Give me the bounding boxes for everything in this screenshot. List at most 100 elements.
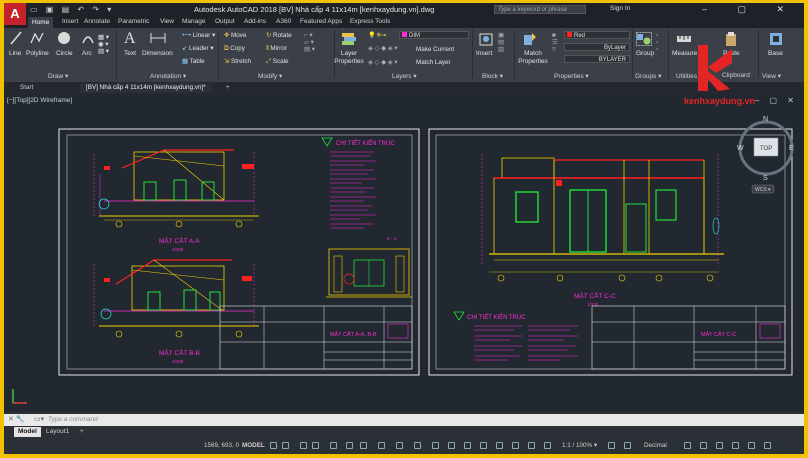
mirror-button[interactable]: ⫴ Mirror <box>266 45 287 53</box>
tab-parametric[interactable]: Parametric <box>118 18 149 25</box>
tab-add-ins[interactable]: Add-ins <box>244 18 266 25</box>
tab-express-tools[interactable]: Express Tools <box>350 18 390 25</box>
draw-panel-label[interactable]: Draw ▾ <box>48 72 68 80</box>
tab-view[interactable]: View <box>160 18 174 25</box>
block-extra-tools[interactable]: ▣ ▤ ▥ <box>498 32 504 53</box>
match-layer-button[interactable]: Match Layer <box>416 59 451 66</box>
command-line[interactable]: ✕ 🔧 ▭▾ Type a command <box>4 414 804 426</box>
tab-a360[interactable]: A360 <box>276 18 291 25</box>
circle-button[interactable]: Circle <box>56 50 73 57</box>
properties-panel-label[interactable]: Properties ▾ <box>554 72 589 80</box>
properties-side-icons[interactable]: ■ ☰ ≡ <box>552 32 558 53</box>
tab-model[interactable]: Model <box>14 427 41 437</box>
rotate-button[interactable]: ↻ Rotate <box>266 32 292 39</box>
linear-button[interactable]: ⟷ Linear ▾ <box>182 32 215 39</box>
window-controls[interactable]: – ▢ ✕ <box>702 4 798 15</box>
tab-start[interactable]: Start <box>14 83 39 93</box>
group-extra-tools[interactable]: ▫ ▫ ▫ <box>656 32 658 53</box>
viewport-scale[interactable]: 1:1 / 100% ▾ <box>562 442 597 449</box>
scale-button[interactable]: ⤢ Scale <box>266 58 289 66</box>
command-line-close-icon[interactable]: ✕ 🔧 <box>8 415 25 423</box>
layer-tools-row-2[interactable]: ◈ ◇ ◆ ◈ ▾ <box>368 59 398 66</box>
layer-state-icons[interactable]: 💡☀▫▪ <box>368 31 386 39</box>
command-history-icon[interactable]: ▭▾ <box>34 415 44 423</box>
layer-properties-button[interactable]: Layer Properties <box>332 50 366 66</box>
annotation-panel-label[interactable]: Annotation ▾ <box>150 72 186 80</box>
object-snap-icon[interactable] <box>360 442 367 449</box>
draw-extra-tools[interactable]: ▦ ▾ ◉ ▾ ▧ ▾ <box>98 34 109 55</box>
viewcube-top-label[interactable]: TOP <box>760 146 772 152</box>
customization-menu-icon[interactable] <box>764 442 771 449</box>
groups-panel-label[interactable]: Groups ▾ <box>635 72 661 80</box>
quick-access-toolbar[interactable]: ▭ ▣ ▤ ↶ ↷ ▾ <box>30 5 114 14</box>
hardware-acceleration-icon[interactable] <box>732 442 739 449</box>
arc-button[interactable]: Arc <box>82 50 92 57</box>
arc-icon[interactable] <box>81 31 95 45</box>
sign-in-button[interactable]: Sign In <box>610 5 630 12</box>
object-snap-tracking-icon[interactable] <box>346 442 353 449</box>
group-icon[interactable] <box>636 32 652 46</box>
annotation-visibility-icon[interactable] <box>496 442 503 449</box>
tab-drawing-file[interactable]: [BV] Nhà cấp 4 11x14m [kenhxaydung.vn]* <box>80 83 212 93</box>
layer-dropdown[interactable]: DIM <box>399 31 469 39</box>
table-button[interactable]: ▦ Table <box>182 58 205 65</box>
annotation-scale-icon[interactable] <box>528 442 535 449</box>
line-button[interactable]: Line <box>9 50 21 57</box>
group-button[interactable]: Group <box>636 50 654 57</box>
units-display[interactable]: Decimal <box>644 442 667 449</box>
add-icon[interactable] <box>624 442 631 449</box>
polar-icon[interactable] <box>312 442 319 449</box>
search-input[interactable]: Type a keyword or phrase <box>494 5 586 14</box>
settings-gear-icon[interactable] <box>608 442 615 449</box>
tab-manage[interactable]: Manage <box>182 18 206 25</box>
gizmo-icon[interactable] <box>480 442 487 449</box>
drawing-canvas[interactable]: [−][Top][2D Wireframe] – ▢ ✕ MẶT CẮT A-A… <box>4 94 804 412</box>
layer-properties-icon[interactable] <box>340 31 358 47</box>
lock-ui-icon[interactable] <box>700 442 707 449</box>
model-space-toggle[interactable]: MODEL <box>242 442 265 449</box>
view-panel-label[interactable]: View ▾ <box>762 72 781 80</box>
base-view-icon[interactable] <box>768 31 784 47</box>
color-dropdown[interactable]: Red <box>564 31 630 39</box>
text-button[interactable]: Text <box>124 50 136 57</box>
tab-layout1[interactable]: Layout1 <box>42 427 73 437</box>
quick-properties-icon[interactable] <box>684 442 691 449</box>
insert-block-icon[interactable] <box>478 31 494 47</box>
match-properties-icon[interactable] <box>522 31 538 47</box>
polyline-button[interactable]: Polyline <box>26 50 49 57</box>
linetype-dropdown[interactable]: ByLayer <box>564 43 630 51</box>
block-panel-label[interactable]: Block ▾ <box>482 72 503 80</box>
compass-west[interactable]: W <box>737 145 744 152</box>
workspace-gear-icon[interactable] <box>544 442 551 449</box>
layers-panel-label[interactable]: Layers ▾ <box>392 72 417 80</box>
dynamic-ucs-icon[interactable] <box>448 442 455 449</box>
lineweight-icon[interactable] <box>378 442 385 449</box>
new-layout-button[interactable]: + <box>76 427 88 437</box>
leader-button[interactable]: ↙ Leader ▾ <box>182 45 214 52</box>
snap-icon[interactable] <box>282 442 289 449</box>
compass-east[interactable]: E <box>789 145 794 152</box>
3d-osnap-icon[interactable] <box>432 442 439 449</box>
make-current-button[interactable]: Make Current <box>416 46 454 53</box>
isodraft-icon[interactable] <box>330 442 337 449</box>
text-icon[interactable]: A <box>124 30 136 48</box>
wcs-menu[interactable]: WCS ▾ <box>755 187 771 193</box>
tab-insert[interactable]: Insert <box>62 18 78 25</box>
autoscale-icon[interactable] <box>512 442 519 449</box>
base-button[interactable]: Base <box>768 50 783 57</box>
modify-panel-label[interactable]: Modify ▾ <box>258 72 282 80</box>
tab-home[interactable]: Home <box>28 17 54 28</box>
tab-featured-apps[interactable]: Featured Apps <box>300 18 342 25</box>
isolate-objects-icon[interactable] <box>716 442 723 449</box>
selection-cycling-icon[interactable] <box>414 442 421 449</box>
compass-south[interactable]: S <box>763 175 768 182</box>
ortho-icon[interactable] <box>300 442 307 449</box>
command-input[interactable]: Type a command <box>48 415 98 425</box>
lineweight-dropdown[interactable]: BYLAYER <box>564 55 630 63</box>
stretch-button[interactable]: ⇲ Stretch <box>224 58 251 65</box>
autocad-logo-icon[interactable]: A <box>4 3 26 25</box>
grid-icon[interactable] <box>270 442 277 449</box>
transparency-icon[interactable] <box>396 442 403 449</box>
new-tab-button[interactable]: + <box>220 83 236 93</box>
copy-button[interactable]: ⧉ Copy <box>224 45 245 53</box>
